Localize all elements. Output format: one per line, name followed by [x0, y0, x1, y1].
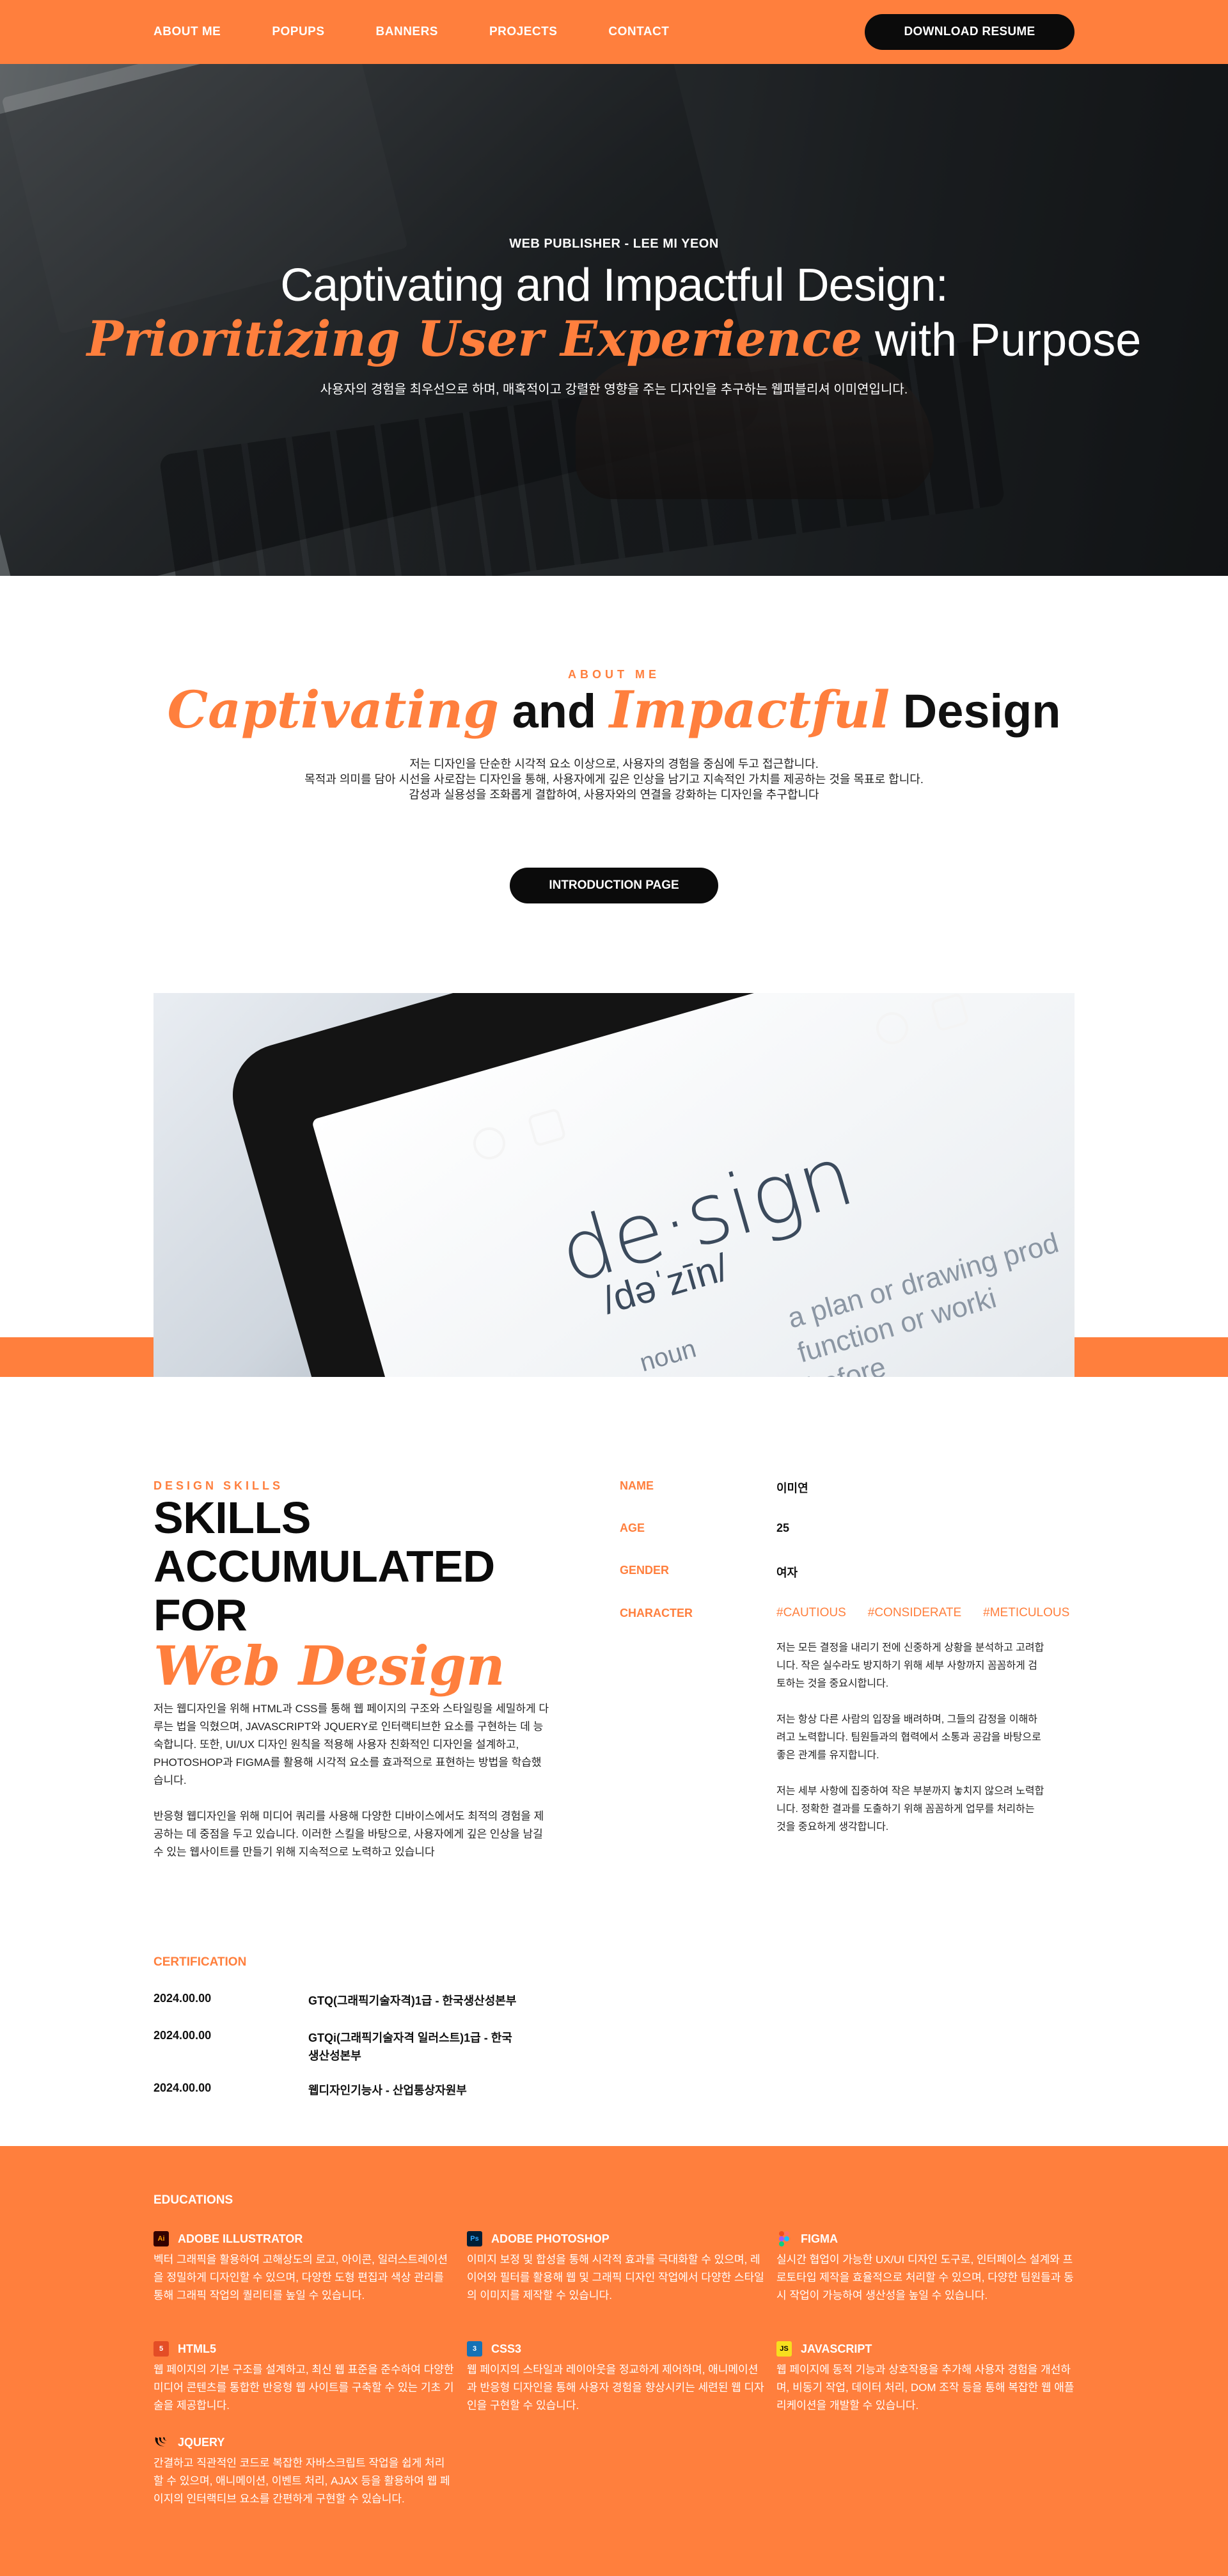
name-value: 이미연 [776, 1482, 808, 1495]
about-title-design: Design [890, 685, 1061, 738]
character-tag: #CAUTIOUS [776, 1606, 846, 1619]
hero-headline-rest: with Purpose [862, 315, 1142, 366]
education-item-illustrator: Ai ADOBE ILLUSTRATOR 벡터 그래픽을 활용하여 고해상도의 … [154, 2230, 460, 2305]
skills-title: SKILLS ACCUMULATED FOR Web Design [154, 1493, 505, 1697]
certification-date: 2024.00.00 [154, 2081, 212, 2094]
figma-icon [776, 2231, 792, 2246]
education-head: FIGMA [776, 2230, 1083, 2247]
about-description: 저는 디자인을 단순한 시각적 요소 이상으로, 사용자의 경험을 중심에 두고… [0, 756, 1228, 802]
gender-label: GENDER [620, 1564, 670, 1577]
hero-kicker: WEB PUBLISHER - LEE MI YEON [509, 237, 719, 251]
education-item-css3: 3 CSS3 웹 페이지의 스타일과 레이아웃을 정교하게 제어하며, 애니메이… [467, 2341, 774, 2415]
education-description: 웹 페이지에 동적 기능과 상호작용을 추가해 사용자 경험을 개선하며, 비동… [776, 2364, 1074, 2412]
skills-paragraph: 저는 웹디자인을 위해 HTML과 CSS를 통해 웹 페이지의 구조와 스타일… [154, 1703, 549, 1786]
certification-name: 웹디자인기능사 - 산업통상자원부 [308, 2084, 467, 2097]
hero-headline-line2: Prioritizing User Experience with Purpos… [0, 310, 1228, 367]
age-value: 25 [776, 1522, 790, 1534]
education-item-photoshop: Ps ADOBE PHOTOSHOP 이미지 보정 및 합성을 통해 시각적 효… [467, 2230, 774, 2305]
character-tag: #METICULOUS [983, 1606, 1070, 1619]
education-name: HTML5 [178, 2342, 216, 2355]
certification-name: GTQ(그래픽기술자격)1급 - 한국생산성본부 [308, 1994, 517, 2007]
education-head: JQUERY [154, 2434, 460, 2451]
character-label: CHARACTER [620, 1607, 693, 1619]
education-head: 3 CSS3 [467, 2341, 774, 2357]
character-description: 저는 모든 결정을 내리기 전에 신중하게 상황을 분석하고 고려합니다. 작은… [776, 1639, 1045, 1854]
character-tags: #CAUTIOUS #CONSIDERATE #METICULOUS [776, 1606, 1069, 1620]
skills-kicker: DESIGN SKILLS [154, 1479, 284, 1492]
character-paragraph: 저는 세부 사항에 집중하여 작은 부분까지 놓치지 않으려 노력합니다. 정확… [776, 1786, 1044, 1833]
skills-title-line: FOR [154, 1590, 248, 1640]
illustrator-icon: Ai [154, 2231, 169, 2246]
education-description: 실시간 협업이 가능한 UX/UI 디자인 도구로, 인터페이스 설계와 프로토… [776, 2254, 1074, 2302]
about-description-line: 저는 디자인을 단순한 시각적 요소 이상으로, 사용자의 경험을 중심에 두고… [409, 758, 819, 770]
education-head: Ai ADOBE ILLUSTRATOR [154, 2230, 460, 2247]
skills-description: 저는 웹디자인을 위해 HTML과 CSS를 통해 웹 페이지의 구조와 스타일… [154, 1700, 550, 1879]
education-item-javascript: JS JAVASCRIPT 웹 페이지에 동적 기능과 상호작용을 추가해 사용… [776, 2341, 1083, 2415]
certification-name: GTQi(그래픽기술자격 일러스트)1급 - 한국생산성본부 [308, 2031, 512, 2062]
education-item-html5: 5 HTML5 웹 페이지의 기본 구조를 설계하고, 최신 웹 표준을 준수하… [154, 2341, 460, 2415]
education-name: ADOBE ILLUSTRATOR [178, 2232, 303, 2245]
education-description: 웹 페이지의 스타일과 레이아웃을 정교하게 제어하며, 애니메이션과 반응형 … [467, 2364, 764, 2412]
education-description: 간결하고 직관적인 코드로 복잡한 자바스크립트 작업을 쉽게 처리할 수 있으… [154, 2457, 450, 2505]
hero-headline-line1: Captivating and Impactful Design: [280, 260, 949, 311]
about-title: Captivating and Impactful Design [0, 680, 1228, 740]
educations-title: EDUCATIONS [154, 2193, 233, 2207]
html5-icon: 5 [154, 2341, 169, 2357]
top-navigation: ABOUT ME POPUPS BANNERS PROJECTS CONTACT… [0, 0, 1228, 64]
photoshop-icon: Ps [467, 2231, 482, 2246]
education-name: JAVASCRIPT [801, 2342, 872, 2355]
education-name: CSS3 [491, 2342, 522, 2355]
education-description: 웹 페이지의 기본 구조를 설계하고, 최신 웹 표준을 준수하여 다양한 미디… [154, 2364, 454, 2412]
introduction-page-button[interactable]: INTRODUCTION PAGE [510, 868, 718, 903]
hero-section: WEB PUBLISHER - LEE MI YEON Captivating … [0, 64, 1228, 576]
about-description-line: 감성과 실용성을 조화롭게 결합하여, 사용자와의 연결을 강화하는 디자인을 … [409, 788, 819, 801]
certification-date: 2024.00.00 [154, 1992, 212, 2005]
name-label: NAME [620, 1479, 654, 1492]
education-item-jquery: JQUERY 간결하고 직관적인 코드로 복잡한 자바스크립트 작업을 쉽게 처… [154, 2434, 460, 2508]
certification-date: 2024.00.00 [154, 2029, 212, 2042]
hero-subtitle: 사용자의 경험을 최우선으로 하며, 매혹적이고 강렬한 영향을 주는 디자인을… [320, 383, 908, 397]
character-tag: #CONSIDERATE [867, 1606, 962, 1619]
nav-link-contact[interactable]: CONTACT [608, 25, 669, 39]
about-title-accent-1: Captivating [167, 680, 500, 740]
skills-title-line: SKILLS [154, 1493, 311, 1543]
jquery-icon [154, 2435, 169, 2450]
about-title-and: and [499, 685, 610, 738]
education-name: FIGMA [801, 2232, 838, 2245]
education-item-figma: FIGMA 실시간 협업이 가능한 UX/UI 디자인 도구로, 인터페이스 설… [776, 2230, 1083, 2305]
education-head: JS JAVASCRIPT [776, 2341, 1083, 2357]
hero-headline-accent: Prioritizing User Experience [86, 310, 863, 367]
education-name: JQUERY [178, 2435, 225, 2449]
educations-section: EDUCATIONS Ai ADOBE ILLUSTRATOR 벡터 그래픽을 … [0, 2146, 1228, 2576]
nav-links: ABOUT ME POPUPS BANNERS PROJECTS CONTACT [154, 0, 720, 64]
about-description-line: 목적과 의미를 담아 시선을 사로잡는 디자인을 통해, 사용자에게 깊은 인상… [304, 773, 924, 786]
about-title-accent-2: Impactful [609, 680, 890, 740]
nav-link-projects[interactable]: PROJECTS [489, 25, 557, 39]
skills-title-line: ACCUMULATED [154, 1541, 495, 1591]
education-description: 벡터 그래픽을 활용하여 고해상도의 로고, 아이콘, 일러스트레이션을 정밀하… [154, 2254, 448, 2302]
skills-paragraph: 반응형 웹디자인을 위해 미디어 쿼리를 사용해 다양한 디바이스에서도 최적의… [154, 1810, 544, 1858]
education-description: 이미지 보정 및 합성을 통해 시각적 효과를 극대화할 수 있으며, 레이어와… [467, 2254, 764, 2302]
css3-icon: 3 [467, 2341, 482, 2357]
skills-title-accent: Web Design [154, 1634, 505, 1697]
nav-link-banners[interactable]: BANNERS [376, 25, 438, 39]
education-head: Ps ADOBE PHOTOSHOP [467, 2230, 774, 2247]
nav-link-about-me[interactable]: ABOUT ME [154, 25, 221, 39]
education-head: 5 HTML5 [154, 2341, 460, 2357]
gender-value: 여자 [776, 1566, 798, 1579]
education-name: ADOBE PHOTOSHOP [491, 2232, 610, 2245]
age-label: AGE [620, 1522, 645, 1534]
download-resume-button[interactable]: DOWNLOAD RESUME [865, 14, 1074, 50]
certification-title: CERTIFICATION [154, 1955, 247, 1969]
javascript-icon: JS [776, 2341, 792, 2357]
nav-link-popups[interactable]: POPUPS [272, 25, 324, 39]
character-paragraph: 저는 항상 다른 사람의 입장을 배려하며, 그들의 감정을 이해하려고 노력합… [776, 1714, 1041, 1761]
character-paragraph: 저는 모든 결정을 내리기 전에 신중하게 상황을 분석하고 고려합니다. 작은… [776, 1642, 1044, 1689]
design-dictionary-image: de·sign /dəˈzīn/ noun a plan or drawing … [154, 993, 1074, 1377]
